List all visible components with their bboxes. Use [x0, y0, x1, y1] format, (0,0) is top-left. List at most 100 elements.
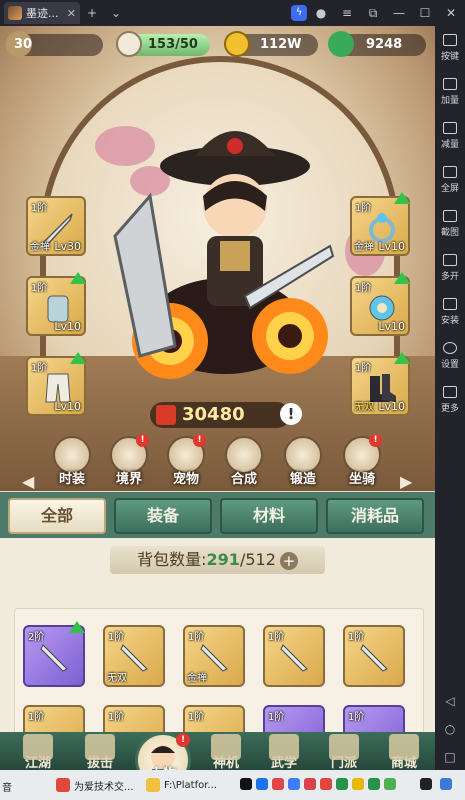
- tray-app-icon[interactable]: [272, 778, 284, 790]
- power-info-button[interactable]: !: [280, 403, 302, 425]
- scroll-right-arrow-icon[interactable]: ▶: [400, 472, 412, 491]
- slot-tier: 1阶: [31, 363, 48, 374]
- maximize-button[interactable]: ☐: [413, 6, 437, 20]
- combat-power[interactable]: 30480 !: [150, 402, 302, 428]
- tab-close-icon[interactable]: ✕: [67, 7, 76, 20]
- app-root: 墨迹... ✕ + ⌄ ϟ ● ≡ ⧉ — ☐ ✕ 30 153/50 112W…: [0, 0, 465, 800]
- sidebar-screenshot-button[interactable]: 截图: [435, 210, 465, 238]
- nav-martial[interactable]: 武学: [256, 732, 312, 770]
- bag-current-count: 291: [206, 550, 240, 569]
- taskbar-item[interactable]: F:\Platfor...: [146, 774, 217, 796]
- nav-attack[interactable]: 拔击: [72, 732, 128, 770]
- combat-power-value: 30480: [182, 404, 245, 425]
- slot-tier: 1阶: [31, 283, 48, 294]
- expand-bag-button[interactable]: +: [279, 551, 298, 570]
- equip-slot-ring[interactable]: 1阶 金禅 Lv10: [350, 192, 410, 256]
- item-rank: 无双: [107, 673, 127, 684]
- equip-slot-pants[interactable]: 1阶 Lv10: [26, 352, 86, 416]
- scroll-left-arrow-icon[interactable]: ◀: [22, 472, 34, 491]
- keyboard-icon: [443, 34, 457, 46]
- func-label: 境界: [115, 472, 142, 487]
- menu-button[interactable]: ≡: [335, 6, 359, 20]
- minimize-button[interactable]: —: [387, 6, 411, 20]
- tab-all[interactable]: 全部: [8, 498, 106, 534]
- top-stats-bar: 30 153/50 112W 9248: [0, 31, 435, 62]
- android-back-button[interactable]: ◁: [435, 694, 465, 708]
- bag-capacity-label: 背包数量:: [137, 550, 207, 569]
- tab-consumables[interactable]: 消耗品: [326, 498, 424, 534]
- taskbar-text: 音: [2, 783, 12, 794]
- tab-equipment[interactable]: 装备: [114, 498, 212, 534]
- tab-materials[interactable]: 材料: [220, 498, 318, 534]
- item-tier: 1阶: [28, 712, 45, 723]
- func-mount-button[interactable]: 坐骑 !: [336, 434, 388, 487]
- func-pet-button[interactable]: 宠物 !: [160, 434, 212, 487]
- bag-item[interactable]: 1阶 金禅: [183, 625, 245, 687]
- tray-app-icon[interactable]: [440, 778, 452, 790]
- tray-app-icon[interactable]: [420, 778, 432, 790]
- sidebar-volume-up-button[interactable]: 加量: [435, 78, 465, 106]
- bag-item[interactable]: 1阶 无双: [103, 625, 165, 687]
- chrome-icon[interactable]: [256, 778, 268, 790]
- func-label: 坐骑: [348, 472, 375, 487]
- bag-max-count: /512: [239, 550, 276, 569]
- nav-character[interactable]: ! 人物: [135, 732, 191, 770]
- tray-app-icon[interactable]: [304, 778, 316, 790]
- nav-shop[interactable]: 商城: [376, 732, 432, 770]
- nav-jianghu[interactable]: 江湖: [10, 732, 66, 770]
- jade-stat[interactable]: 9248: [328, 31, 426, 57]
- browser-app-icon: [56, 778, 70, 792]
- bag-item[interactable]: 1阶: [263, 625, 325, 687]
- equip-slot-boots[interactable]: 1阶 无双 Lv10: [350, 352, 410, 416]
- equip-slot-amulet[interactable]: 1阶 Lv10: [350, 272, 410, 336]
- sidebar-more-button[interactable]: 更多: [435, 386, 465, 414]
- install-icon: [443, 298, 457, 310]
- sidebar-keymap-button[interactable]: 按键: [435, 34, 465, 62]
- tray-app-icon[interactable]: [336, 778, 348, 790]
- func-forge-button[interactable]: 锻造: [277, 436, 329, 487]
- slot-tier: 1阶: [31, 203, 48, 214]
- nav-shenji[interactable]: 神机: [198, 732, 254, 770]
- jianghu-icon: [23, 734, 53, 760]
- wechat-icon[interactable]: [384, 778, 396, 790]
- android-home-button[interactable]: ○: [435, 722, 465, 736]
- slot-level: Lv10: [378, 320, 405, 333]
- tiktok-icon[interactable]: [240, 778, 252, 790]
- taskbar-item[interactable]: 为爱技术交...: [56, 774, 134, 796]
- sidebar-settings-button[interactable]: 设置: [435, 342, 465, 370]
- crossed-swords-icon: [156, 405, 176, 425]
- close-button[interactable]: ✕: [439, 6, 463, 20]
- restore-button[interactable]: ⧉: [361, 6, 385, 21]
- tray-app-icon[interactable]: [320, 778, 332, 790]
- settings-icon: [443, 342, 457, 354]
- func-synthesize-button[interactable]: 合成: [218, 436, 270, 487]
- account-icon[interactable]: ●: [309, 6, 333, 20]
- sidebar-multi-instance-button[interactable]: 多开: [435, 254, 465, 282]
- func-realm-button[interactable]: 境界 !: [103, 434, 155, 487]
- coins-stat[interactable]: 112W: [224, 31, 318, 57]
- func-fashion-button[interactable]: 时装: [46, 436, 98, 487]
- lightning-icon[interactable]: ϟ: [291, 5, 307, 21]
- tray-app-icon[interactable]: [352, 778, 364, 790]
- window-tab[interactable]: 墨迹... ✕: [4, 2, 80, 24]
- equip-slot-armor[interactable]: 1阶 Lv10: [26, 272, 86, 336]
- bag-item[interactable]: 2阶: [23, 621, 85, 687]
- new-tab-button[interactable]: +: [80, 6, 104, 20]
- stamina-stat[interactable]: 153/50: [116, 31, 210, 57]
- nav-sect[interactable]: 门派: [316, 732, 372, 770]
- level-stat[interactable]: 30: [6, 31, 103, 57]
- sidebar-volume-down-button[interactable]: 减量: [435, 122, 465, 150]
- bag-item[interactable]: 1阶: [343, 625, 405, 687]
- slot-level: Lv10: [54, 400, 81, 413]
- sidebar-label: 截图: [440, 228, 459, 238]
- tab-dropdown-button[interactable]: ⌄: [104, 6, 128, 20]
- sidebar-install-button[interactable]: 安装: [435, 298, 465, 326]
- tray-app-icon[interactable]: [368, 778, 380, 790]
- hero-character-image[interactable]: [95, 96, 335, 396]
- equip-slot-weapon[interactable]: 1阶 金禅 Lv30: [26, 196, 86, 256]
- sidebar-fullscreen-button[interactable]: 全屏: [435, 166, 465, 194]
- android-recents-button[interactable]: □: [435, 750, 465, 764]
- slot-level: Lv30: [54, 240, 81, 253]
- tray-app-icon[interactable]: [288, 778, 300, 790]
- sidebar-label: 加量: [440, 96, 459, 106]
